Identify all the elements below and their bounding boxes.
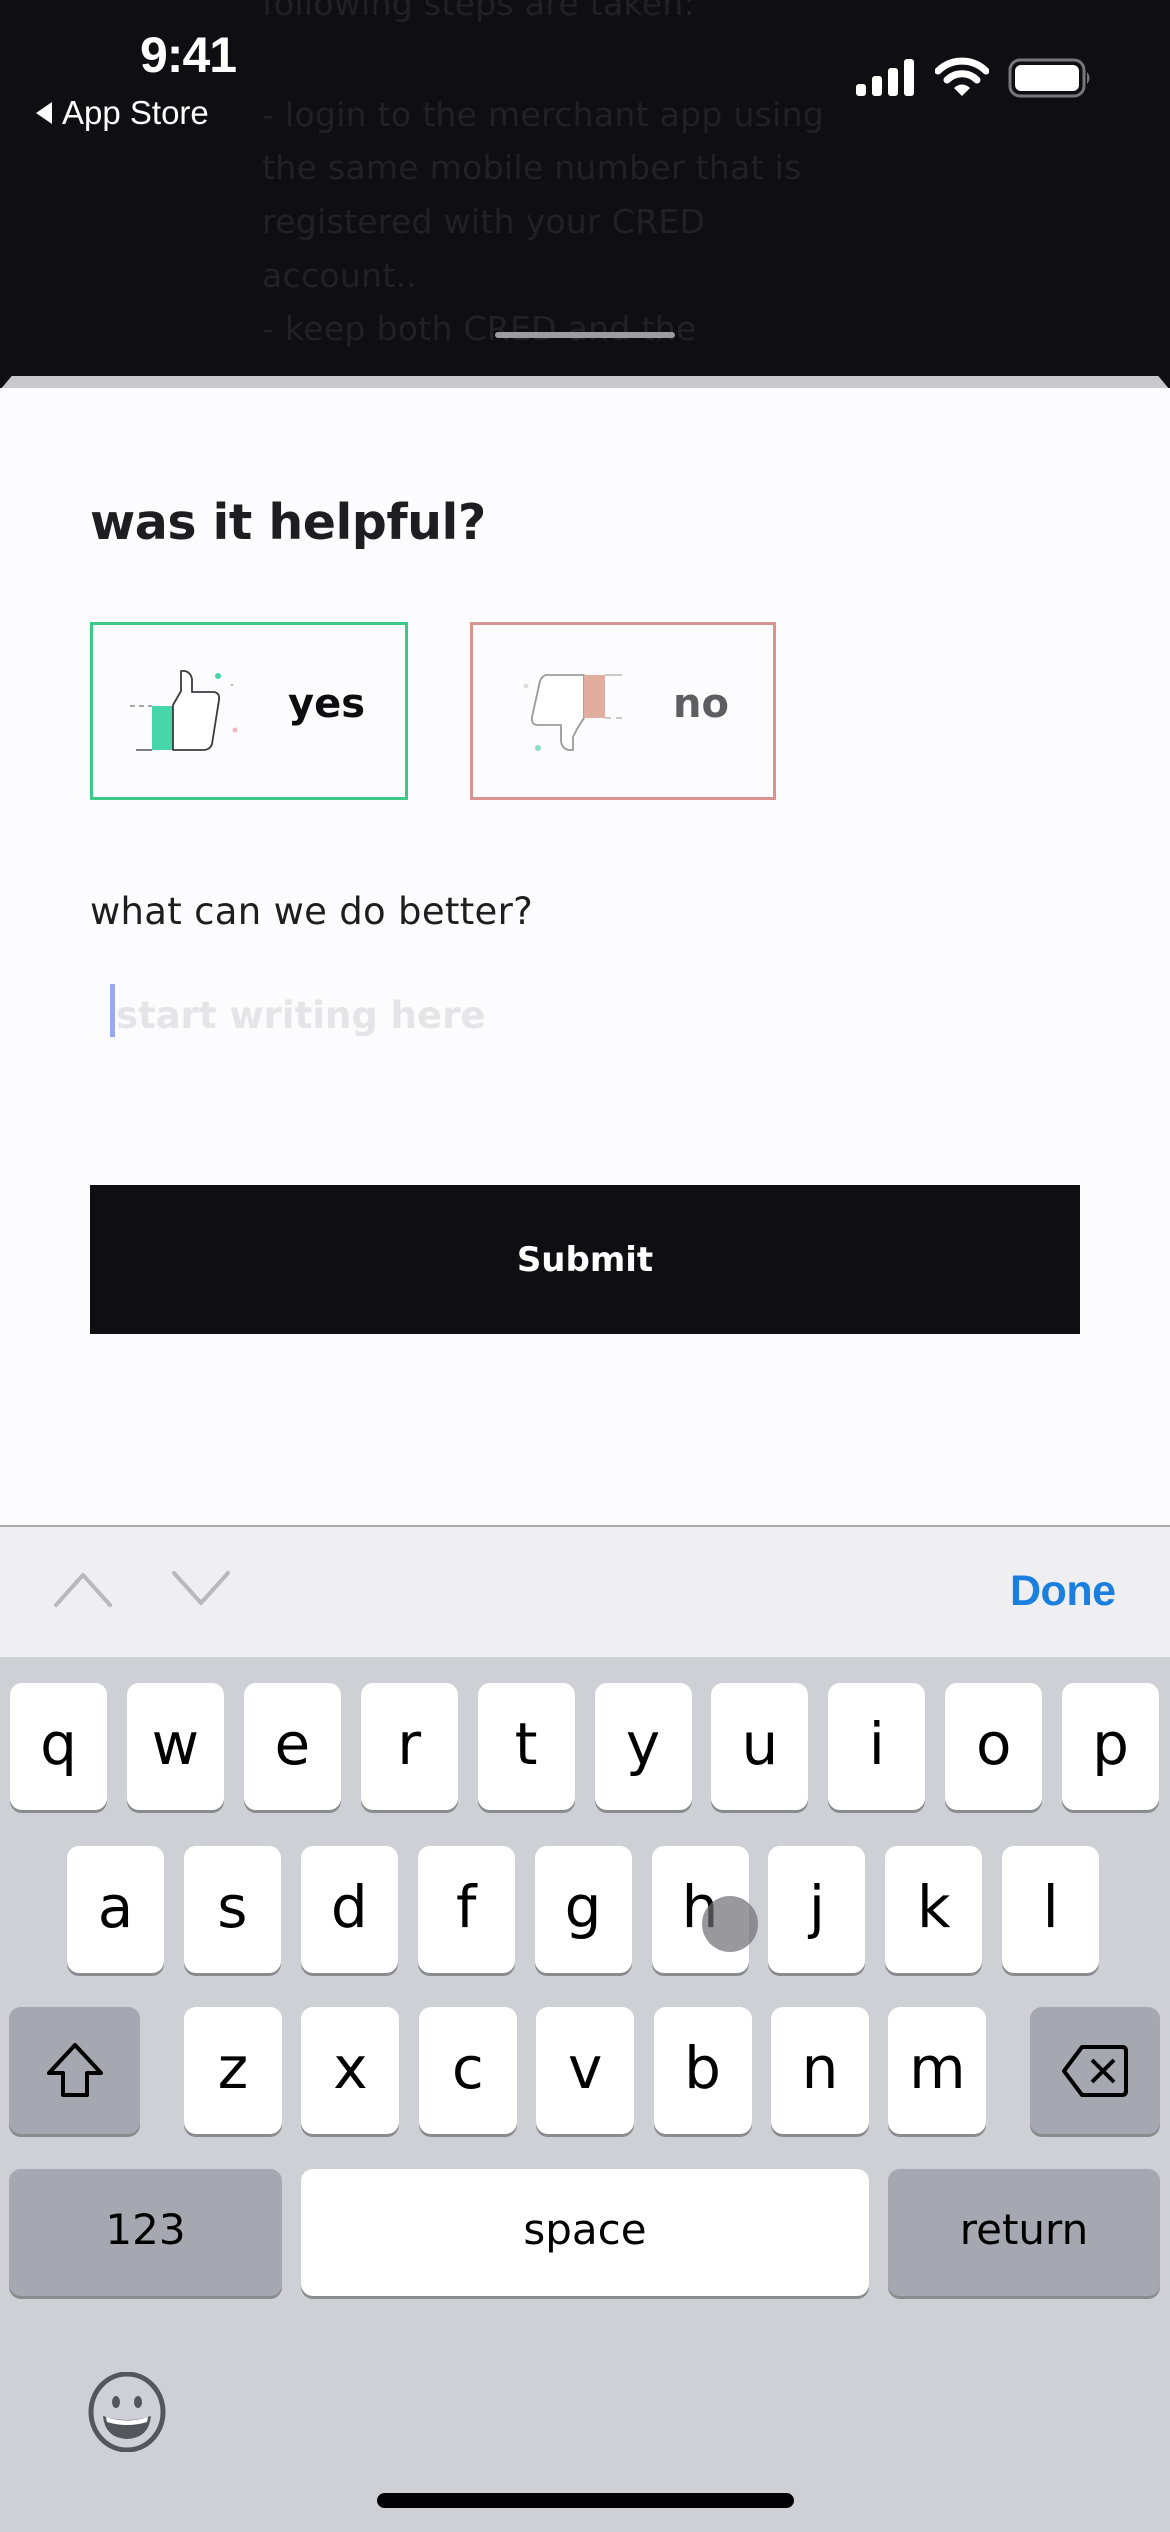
key-o-label: o	[975, 1709, 1012, 1778]
no-label: no	[673, 681, 729, 727]
feedback-input[interactable]	[108, 980, 1068, 1050]
key-g[interactable]: g	[534, 1846, 632, 1973]
key-m[interactable]: m	[888, 2007, 987, 2134]
key-r[interactable]: r	[360, 1683, 458, 1810]
key-c[interactable]: c	[418, 2007, 517, 2134]
shift-icon	[46, 2042, 103, 2097]
key-f-label: f	[455, 1872, 477, 1941]
key-e-label: e	[274, 1709, 311, 1778]
delete-key[interactable]	[1030, 2007, 1160, 2134]
key-o[interactable]: o	[945, 1683, 1043, 1810]
touch-indicator	[702, 1896, 758, 1952]
back-to-app-store[interactable]: App Store	[36, 94, 209, 132]
back-arrow-icon	[36, 102, 52, 124]
key-p-label: p	[1092, 1709, 1129, 1778]
key-l[interactable]: l	[1002, 1846, 1100, 1973]
delete-icon	[1062, 2044, 1128, 2097]
article-line: registered with your CRED	[262, 202, 706, 241]
status-time: 9:41	[140, 27, 237, 83]
key-p[interactable]: p	[1062, 1683, 1160, 1810]
feedback-sheet	[0, 388, 1170, 1527]
keyboard-toolbar: Done	[0, 1525, 1170, 1657]
key-u[interactable]: u	[711, 1683, 809, 1810]
key-e[interactable]: e	[243, 1683, 341, 1810]
article-line: - keep both CRED and the	[262, 309, 697, 348]
key-m-label: m	[909, 2033, 966, 2102]
thumbs-up-icon	[130, 670, 238, 751]
article-line: following steps are taken:	[262, 0, 695, 23]
key-s[interactable]: s	[183, 1846, 281, 1973]
key-t[interactable]: t	[477, 1683, 575, 1810]
key-j-label: j	[808, 1872, 825, 1941]
space-key[interactable]: space	[301, 2169, 869, 2296]
key-v-label: v	[568, 2033, 603, 2102]
no-button[interactable]: no	[470, 622, 776, 800]
shift-key[interactable]	[9, 2007, 140, 2134]
key-q-label: q	[40, 1709, 77, 1778]
article-line: the same mobile number that is	[262, 148, 802, 187]
key-z-label: z	[217, 2033, 249, 2102]
key-k-label: k	[917, 1872, 951, 1941]
battery-icon	[1008, 58, 1090, 98]
key-y[interactable]: y	[594, 1683, 692, 1810]
key-b[interactable]: b	[653, 2007, 752, 2134]
key-r-label: r	[397, 1709, 422, 1778]
numbers-key[interactable]: 123	[9, 2169, 282, 2296]
yes-label: yes	[288, 681, 366, 727]
wifi-icon	[935, 57, 989, 96]
feedback-label: what can we do better?	[90, 890, 534, 933]
key-n-label: n	[801, 2033, 839, 2102]
submit-button[interactable]: Submit	[90, 1185, 1080, 1334]
signal-icon	[856, 59, 914, 96]
key-x[interactable]: x	[301, 2007, 400, 2134]
key-n[interactable]: n	[771, 2007, 869, 2134]
done-button[interactable]: Done	[1010, 1567, 1116, 1616]
key-y-label: y	[625, 1709, 661, 1778]
key-v[interactable]: v	[536, 2007, 635, 2134]
key-w[interactable]: w	[126, 1683, 224, 1810]
key-f[interactable]: f	[417, 1846, 515, 1973]
key-b-label: b	[684, 2033, 721, 2102]
key-x-label: x	[333, 2033, 368, 2102]
space-key-label: space	[523, 2205, 647, 2254]
key-i[interactable]: i	[828, 1683, 926, 1810]
key-k[interactable]: k	[885, 1846, 983, 1973]
key-s-label: s	[217, 1872, 248, 1941]
home-indicator	[377, 2493, 794, 2508]
key-d-label: d	[330, 1872, 368, 1941]
chevron-up-icon[interactable]	[52, 1569, 114, 1609]
return-key[interactable]: return	[888, 2169, 1160, 2296]
key-u-label: u	[741, 1709, 779, 1778]
article-line: account..	[262, 256, 418, 295]
numbers-key-label: 123	[105, 2205, 186, 2254]
drag-handle[interactable]	[495, 332, 675, 338]
article-line: - login to the merchant app using	[262, 95, 825, 134]
key-q[interactable]: q	[10, 1683, 107, 1810]
yes-button[interactable]: yes	[90, 622, 408, 800]
key-g-label: g	[564, 1872, 602, 1941]
back-app-label: App Store	[62, 94, 209, 131]
key-z[interactable]: z	[184, 2007, 282, 2134]
key-d[interactable]: d	[300, 1846, 398, 1973]
key-t-label: t	[514, 1709, 538, 1778]
key-i-label: i	[868, 1709, 885, 1778]
return-key-label: return	[959, 2205, 1089, 2254]
thumbs-down-icon	[523, 674, 625, 751]
key-a[interactable]: a	[67, 1846, 164, 1973]
text-caret	[110, 984, 115, 1037]
key-j[interactable]: j	[768, 1846, 866, 1973]
key-c-label: c	[451, 2033, 484, 2102]
key-w-label: w	[151, 1709, 200, 1778]
chevron-down-icon[interactable]	[170, 1569, 232, 1609]
key-l-label: l	[1042, 1872, 1059, 1941]
emoji-icon[interactable]	[87, 2372, 167, 2452]
sheet-title: was it helpful?	[90, 494, 486, 551]
key-a-label: a	[97, 1872, 134, 1941]
